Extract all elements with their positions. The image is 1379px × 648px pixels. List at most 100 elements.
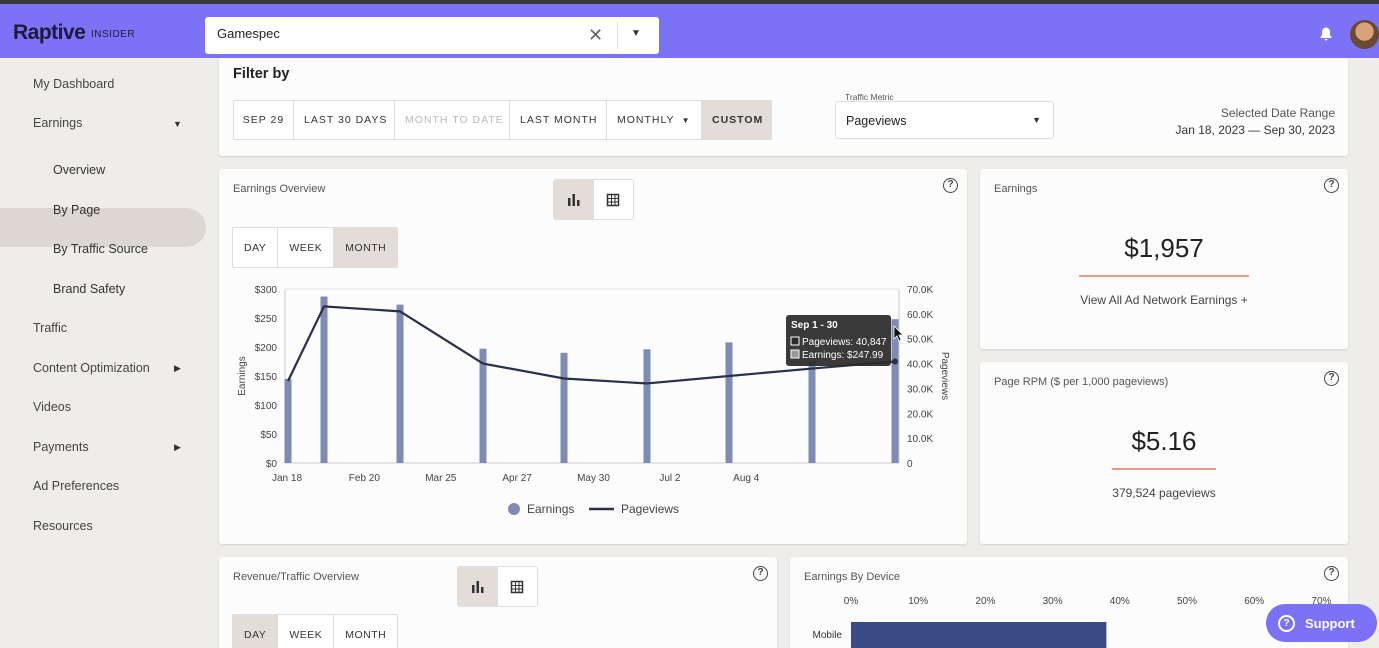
sidebar-item-videos[interactable]: Videos [33, 400, 71, 414]
month-to-date-button[interactable]: MONTH TO DATE [395, 101, 510, 139]
tooltip-earnings-swatch [790, 349, 800, 359]
legend-earnings-swatch [508, 503, 520, 515]
sep-29-button[interactable]: SEP 29 [234, 101, 294, 139]
device-row-label: Mobile [813, 630, 843, 641]
sidebar-item-by-traffic-source[interactable]: By Traffic Source [53, 242, 148, 256]
y-tick-label: $200 [255, 343, 278, 354]
device-bar-chart: 0% 10% 20% 30% 40% 50% 60% 70%Mobile [813, 596, 1332, 648]
caret-right-icon[interactable]: ▶ [174, 442, 181, 453]
month-button[interactable]: MONTH [334, 228, 398, 267]
view-toggle [553, 179, 634, 220]
pageviews-point-active [892, 358, 898, 365]
x-tick-label: Feb 20 [349, 473, 381, 484]
earnings-overview-card: Earnings Overview ? DAY WEEK MONTH $0 $50… [219, 169, 967, 544]
device-x-tick-label: 60% [1244, 596, 1264, 607]
y2-tick-label: 60.0K [907, 310, 933, 321]
revenue-traffic-card: Revenue/Traffic Overview ? DAY WEEK MONT… [219, 557, 777, 648]
help-icon: ? [1278, 614, 1295, 632]
card-title: Page RPM ($ per 1,000 pageviews) [994, 376, 1169, 388]
y-tick-label: $0 [266, 459, 278, 470]
bar-chart-icon [471, 580, 484, 593]
last-30-days-button[interactable]: LAST 30 DAYS [294, 101, 395, 139]
chevron-down-icon[interactable]: ▼ [631, 28, 641, 39]
sidebar-item-ad-preferences[interactable]: Ad Preferences [33, 479, 119, 493]
date-preset-group: SEP 29 LAST 30 DAYS MONTH TO DATE LAST M… [233, 100, 772, 140]
card-title: Earnings Overview [233, 183, 326, 195]
filter-card: Filter by SEP 29 LAST 30 DAYS MONTH TO D… [219, 58, 1348, 156]
table-view-button[interactable] [498, 567, 538, 606]
help-icon[interactable]: ? [1324, 178, 1339, 193]
logo-subtitle: INSIDER [91, 29, 136, 40]
caret-down-icon[interactable]: ▼ [173, 119, 182, 129]
table-view-button[interactable] [594, 180, 634, 219]
rpm-pageviews: 379,524 pageviews [1112, 486, 1216, 500]
y2-axis-title: Pageviews [939, 352, 950, 400]
sidebar-item-content-optimization[interactable]: Content Optimization [33, 361, 150, 375]
month-button[interactable]: MONTH [334, 615, 397, 648]
last-month-button[interactable]: LAST MONTH [510, 101, 607, 139]
earnings-bar [479, 348, 487, 463]
y2-tick-label: 20.0K [907, 409, 933, 420]
sidebar-item-traffic[interactable]: Traffic [33, 321, 67, 335]
x-tick-label: May 30 [577, 473, 610, 484]
custom-button[interactable]: CUSTOM [702, 101, 771, 139]
card-title: Revenue/Traffic Overview [233, 571, 359, 583]
y2-tick-label: 10.0K [907, 434, 933, 445]
period-toggle: DAY WEEK MONTH [232, 614, 399, 648]
sidebar-item-resources[interactable]: Resources [33, 519, 93, 533]
table-icon [607, 193, 620, 206]
help-icon[interactable]: ? [943, 178, 958, 193]
week-button[interactable]: WEEK [278, 228, 335, 267]
divider [617, 22, 618, 49]
site-selector[interactable]: ✕ ▼ [205, 17, 659, 54]
earnings-bar [284, 378, 292, 463]
chart-view-button[interactable] [458, 567, 498, 606]
avatar[interactable] [1350, 20, 1379, 49]
sidebar-item-overview[interactable]: Overview [53, 163, 105, 177]
top-bar: Raptive INSIDER ✕ ▼ [0, 4, 1379, 58]
y2-tick-label: 50.0K [907, 335, 933, 346]
y-tick-label: $100 [255, 401, 278, 412]
caret-right-icon[interactable]: ▶ [174, 363, 181, 374]
help-icon[interactable]: ? [753, 566, 768, 581]
pageviews-line [287, 305, 896, 385]
view-all-earnings-link[interactable]: View All Ad Network Earnings + [980, 293, 1348, 307]
sidebar-item-brand-safety[interactable]: Brand Safety [53, 282, 125, 296]
day-button[interactable]: DAY [233, 615, 279, 648]
caret-down-icon: ▼ [681, 115, 691, 125]
device-x-tick-label: 50% [1177, 596, 1197, 607]
tooltip-pageviews: Pageviews: 40,847 [802, 337, 887, 348]
y2-tick-label: 40.0K [907, 360, 933, 371]
chart-view-button[interactable] [554, 180, 594, 219]
sidebar-item-my-dashboard[interactable]: My Dashboard [33, 77, 114, 91]
device-x-tick-label: 20% [975, 596, 995, 607]
period-toggle: DAY WEEK MONTH [232, 227, 399, 268]
bell-icon[interactable] [1318, 26, 1334, 42]
support-button[interactable]: ? Support [1266, 604, 1377, 642]
device-x-tick-label: 30% [1043, 596, 1063, 607]
x-tick-label: Jan 18 [272, 473, 302, 484]
x-tick-label: Jul 2 [659, 473, 681, 484]
traffic-metric-select[interactable]: Pageviews ▼ [835, 101, 1054, 139]
device-x-tick-label: 10% [908, 596, 928, 607]
date-range-label: Selected Date Range [1220, 106, 1335, 120]
sidebar-item-by-page[interactable]: By Page [53, 203, 100, 217]
monthly-dropdown[interactable]: MONTHLY ▼ [607, 101, 702, 139]
week-button[interactable]: WEEK [278, 615, 335, 648]
help-icon[interactable]: ? [1324, 371, 1339, 386]
site-search-input[interactable] [217, 26, 577, 41]
support-label: Support [1305, 615, 1355, 631]
sidebar-item-payments[interactable]: Payments [33, 440, 89, 454]
bar-chart-icon [567, 193, 580, 206]
device-x-tick-label: 40% [1110, 596, 1130, 607]
device-x-tick-label: 0% [844, 596, 859, 607]
earnings-bar [560, 352, 568, 463]
accent-divider [1112, 468, 1216, 470]
date-range-value: Jan 18, 2023 — Sep 30, 2023 [1175, 123, 1335, 137]
clear-icon[interactable]: ✕ [588, 25, 603, 46]
logo[interactable]: Raptive [13, 21, 86, 45]
sidebar-item-earnings[interactable]: Earnings [33, 116, 82, 130]
earnings-bar [808, 361, 816, 463]
earnings-bar [320, 296, 328, 463]
day-button[interactable]: DAY [233, 228, 279, 267]
